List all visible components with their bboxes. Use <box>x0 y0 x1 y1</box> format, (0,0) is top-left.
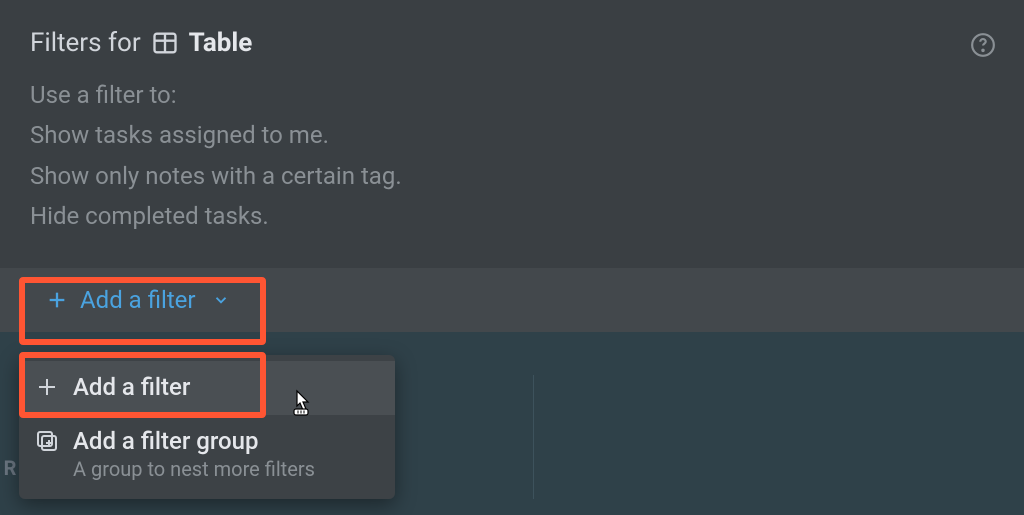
group-plus-icon <box>35 429 59 457</box>
left-edge-label: R <box>0 437 20 499</box>
hint-intro: Use a filter to: <box>30 76 994 114</box>
dropdown-add-filter-group[interactable]: Add a filter group A group to nest more … <box>19 415 395 493</box>
dropdown-item-subtext: A group to nest more filters <box>73 457 315 481</box>
plus-icon <box>46 289 68 311</box>
add-filter-bar: Add a filter <box>0 268 1024 332</box>
hint-line: Show only notes with a certain tag. <box>30 157 994 195</box>
table-cell-divider <box>533 375 534 499</box>
panel-title-view: Table <box>189 28 253 58</box>
filter-panel: Filters for Table Use a filter to: Show … <box>0 0 1024 332</box>
dropdown-item-label: Add a filter group <box>73 427 315 455</box>
chevron-down-icon <box>212 291 230 309</box>
add-filter-label: Add a filter <box>80 286 196 314</box>
help-icon[interactable] <box>970 32 996 62</box>
panel-header: Filters for Table <box>0 0 1024 76</box>
hint-line: Show tasks assigned to me. <box>30 116 994 154</box>
plus-icon <box>35 375 59 403</box>
panel-title-prefix: Filters for <box>30 28 141 58</box>
dropdown-item-text: Add a filter <box>73 373 190 401</box>
hint-line: Hide completed tasks. <box>30 197 994 235</box>
add-filter-dropdown: Add a filter Add a filter group A group … <box>19 355 395 499</box>
dropdown-item-label: Add a filter <box>73 373 190 401</box>
table-icon <box>151 29 179 57</box>
dropdown-add-filter[interactable]: Add a filter <box>19 361 395 415</box>
dropdown-item-text: Add a filter group A group to nest more … <box>73 427 315 481</box>
add-filter-button[interactable]: Add a filter <box>28 278 248 322</box>
filter-hints: Use a filter to: Show tasks assigned to … <box>0 76 1024 268</box>
